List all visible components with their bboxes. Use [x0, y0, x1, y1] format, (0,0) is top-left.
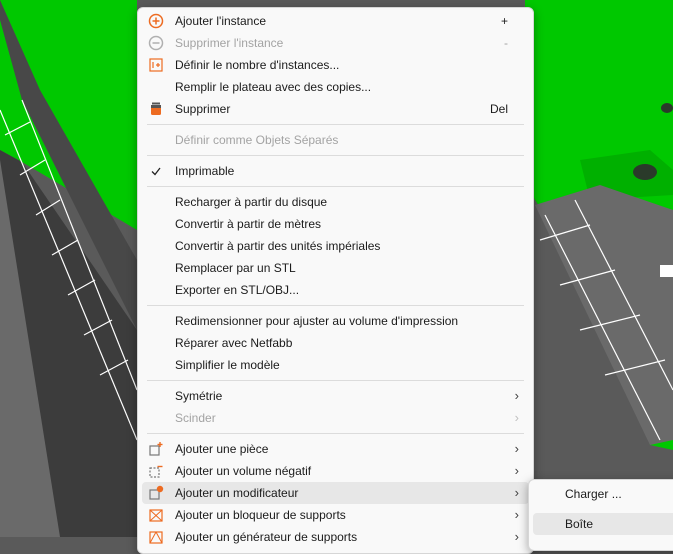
- menu-separator: [147, 433, 524, 434]
- menu-label: Recharger à partir du disque: [175, 195, 328, 209]
- menu-separator: [147, 305, 524, 306]
- menu-label: Ajouter un bloqueur de supports: [175, 508, 346, 522]
- menu-label: Supprimer: [175, 102, 231, 116]
- menu-item-printable[interactable]: Imprimable: [142, 160, 529, 182]
- menu-item-add-negative-volume[interactable]: Ajouter un volume négatif ›: [142, 460, 529, 482]
- menu-label: Charger ...: [565, 487, 622, 501]
- menu-item-set-instances[interactable]: Définir le nombre d'instances...: [142, 54, 529, 76]
- menu-item-fill-bed[interactable]: Remplir le plateau avec des copies...: [142, 76, 529, 98]
- menu-item-remove-instance[interactable]: Supprimer l'instance -: [142, 32, 529, 54]
- hole-1: [633, 164, 657, 180]
- chevron-right-icon: ›: [514, 388, 519, 403]
- shortcut: -: [504, 36, 508, 50]
- remove-instance-icon: [148, 35, 164, 51]
- support-enforcer-icon: [148, 529, 164, 545]
- menu-item-convert-meters[interactable]: Convertir à partir de mètres: [142, 213, 529, 235]
- support-blocker-icon: [148, 507, 164, 523]
- chevron-right-icon: ›: [514, 441, 519, 456]
- menu-label: Définir comme Objets Séparés: [175, 133, 339, 147]
- chevron-right-icon: ›: [514, 485, 519, 500]
- trash-icon: [148, 101, 164, 117]
- menu-item-mirror[interactable]: Symétrie ›: [142, 385, 529, 407]
- add-part-icon: [148, 441, 164, 457]
- menu-item-simplify[interactable]: Simplifier le modèle: [142, 354, 529, 376]
- menu-item-add-instance[interactable]: Ajouter l'instance +: [142, 10, 529, 32]
- menu-item-add-part[interactable]: Ajouter une pièce ›: [142, 438, 529, 460]
- menu-label: Symétrie: [175, 389, 223, 403]
- menu-item-resize-volume[interactable]: Redimensionner pour ajuster au volume d'…: [142, 310, 529, 332]
- menu-label: Remplacer par un STL: [175, 261, 296, 275]
- menu-label: Exporter en STL/OBJ...: [175, 283, 300, 297]
- menu-label: Ajouter un générateur de supports: [175, 530, 358, 544]
- submenu-item-box[interactable]: Boîte: [533, 513, 673, 535]
- menu-item-convert-imperial[interactable]: Convertir à partir des unités impériales: [142, 235, 529, 257]
- shortcut: +: [500, 14, 508, 28]
- menu-label: Redimensionner pour ajuster au volume d'…: [175, 314, 459, 328]
- negative-volume-icon: [148, 463, 164, 479]
- menu-item-set-separate[interactable]: Définir comme Objets Séparés: [142, 129, 529, 151]
- set-instances-icon: [148, 57, 164, 73]
- menu-label: Convertir à partir des unités impériales: [175, 239, 381, 253]
- menu-item-replace-stl[interactable]: Remplacer par un STL: [142, 257, 529, 279]
- modifier-icon: [148, 485, 164, 501]
- menu-label: Ajouter un modificateur: [175, 486, 299, 500]
- shortcut: Del: [489, 102, 508, 116]
- menu-item-add-modifier[interactable]: Ajouter un modificateur ›: [142, 482, 529, 504]
- menu-label: Ajouter l'instance: [175, 14, 267, 28]
- hole-2: [661, 103, 673, 113]
- chevron-right-icon: ›: [514, 410, 519, 425]
- menu-item-reload[interactable]: Recharger à partir du disque: [142, 191, 529, 213]
- chevron-right-icon: ›: [514, 463, 519, 478]
- menu-label: Boîte: [565, 517, 594, 531]
- menu-label: Ajouter un volume négatif: [175, 464, 312, 478]
- menu-item-split[interactable]: Scinder ›: [142, 407, 529, 429]
- menu-separator: [147, 380, 524, 381]
- menu-item-add-support-blocker[interactable]: Ajouter un bloqueur de supports ›: [142, 504, 529, 526]
- menu-label: Réparer avec Netfabb: [175, 336, 293, 350]
- chevron-right-icon: ›: [514, 507, 519, 522]
- menu-separator: [147, 186, 524, 187]
- checkmark-icon: [148, 163, 164, 179]
- menu-separator: [147, 155, 524, 156]
- menu-label: Supprimer l'instance: [175, 36, 284, 50]
- menu-label: Définir le nombre d'instances...: [175, 58, 340, 72]
- menu-item-add-support-enforcer[interactable]: Ajouter un générateur de supports ›: [142, 526, 529, 548]
- submenu-item-load[interactable]: Charger ...: [533, 483, 673, 505]
- menu-label: Ajouter une pièce: [175, 442, 269, 456]
- menu-separator: [147, 124, 524, 125]
- add-instance-icon: [148, 13, 164, 29]
- menu-label: Simplifier le modèle: [175, 358, 280, 372]
- menu-item-repair-netfabb[interactable]: Réparer avec Netfabb: [142, 332, 529, 354]
- menu-label: Imprimable: [175, 164, 235, 178]
- menu-label: Convertir à partir de mètres: [175, 217, 322, 231]
- menu-item-export-stl[interactable]: Exporter en STL/OBJ...: [142, 279, 529, 301]
- menu-item-delete[interactable]: Supprimer Del: [142, 98, 529, 120]
- menu-label: Scinder: [175, 411, 216, 425]
- context-menu: Ajouter l'instance + Supprimer l'instanc…: [137, 7, 534, 554]
- modifier-submenu: Charger ... Boîte: [528, 479, 673, 551]
- menu-label: Remplir le plateau avec des copies...: [175, 80, 372, 94]
